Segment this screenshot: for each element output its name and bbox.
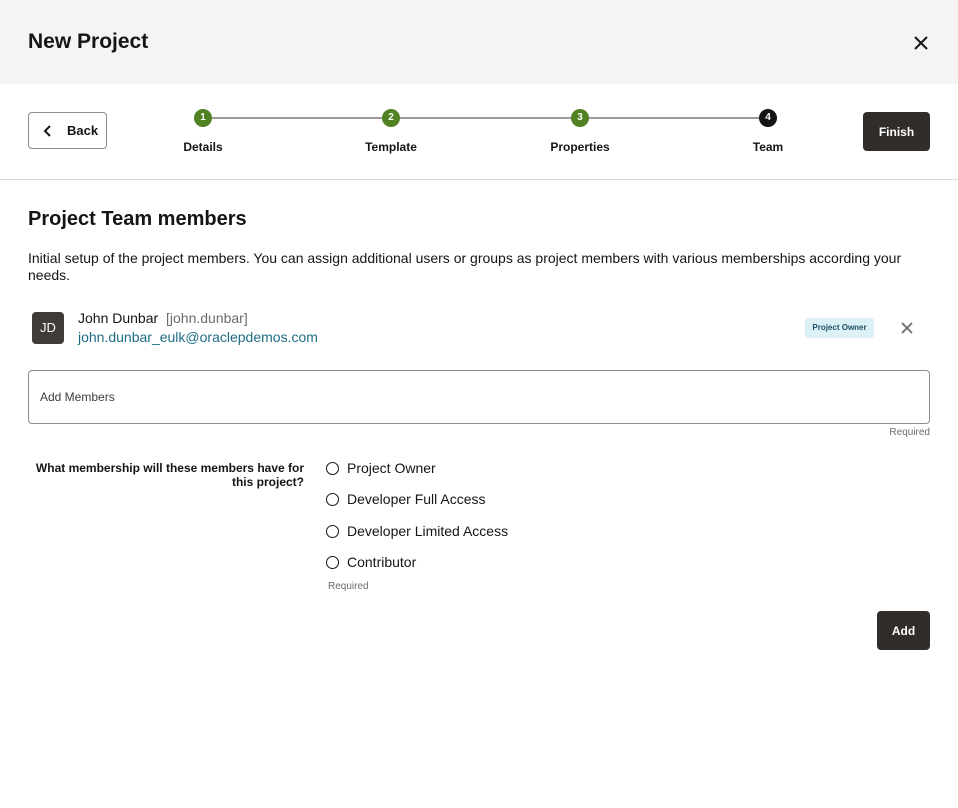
back-button-label: Back bbox=[67, 123, 99, 138]
role-badge: Project Owner bbox=[805, 318, 874, 338]
step-label: Details bbox=[183, 140, 223, 154]
step-properties[interactable]: 3 Properties bbox=[520, 109, 640, 154]
close-button[interactable] bbox=[906, 28, 936, 58]
member-name: John Dunbar bbox=[78, 310, 159, 326]
dialog-title: New Project bbox=[28, 30, 149, 53]
section-description: Initial setup of the project members. Yo… bbox=[28, 250, 902, 283]
wizard-toolbar: Back 1 Details 2 Template 3 Properties 4… bbox=[0, 84, 958, 180]
step-label: Team bbox=[752, 140, 784, 154]
step-details[interactable]: 1 Details bbox=[143, 109, 263, 154]
step-number-badge: 2 bbox=[382, 109, 400, 127]
member-row: JD John Dunbar [john.dunbar] john.dunbar… bbox=[28, 307, 930, 351]
step-team[interactable]: 4 Team bbox=[708, 109, 828, 154]
chevron-left-icon bbox=[43, 124, 51, 137]
back-button[interactable]: Back bbox=[28, 112, 107, 149]
finish-button[interactable]: Finish bbox=[863, 112, 930, 151]
section-title: Project Team members bbox=[28, 208, 247, 230]
step-label: Template bbox=[365, 140, 417, 154]
required-hint: Required bbox=[328, 581, 369, 592]
radio-circle bbox=[326, 524, 339, 538]
step-label: Properties bbox=[550, 140, 610, 154]
step-number-badge: 1 bbox=[194, 109, 212, 127]
add-members-input[interactable] bbox=[28, 370, 930, 424]
membership-question: What membership will these members have … bbox=[35, 461, 304, 489]
radio-developer-full-access[interactable]: Developer Full Access bbox=[326, 489, 486, 509]
member-email-link[interactable]: john.dunbar_eulk@oraclepdemos.com bbox=[78, 329, 318, 345]
member-username: [john.dunbar] bbox=[166, 310, 248, 326]
remove-member-button[interactable] bbox=[896, 317, 918, 339]
step-number-badge: 3 bbox=[571, 109, 589, 127]
dialog-header: New Project bbox=[0, 0, 958, 84]
radio-developer-limited-access[interactable]: Developer Limited Access bbox=[326, 521, 508, 541]
close-icon bbox=[914, 36, 928, 50]
radio-label: Developer Full Access bbox=[347, 491, 486, 507]
add-button[interactable]: Add bbox=[877, 611, 930, 650]
close-icon bbox=[901, 322, 913, 334]
required-hint: Required bbox=[889, 427, 930, 438]
radio-circle bbox=[326, 492, 339, 506]
radio-label: Project Owner bbox=[347, 460, 436, 476]
avatar: JD bbox=[32, 312, 64, 344]
step-template[interactable]: 2 Template bbox=[331, 109, 451, 154]
radio-label: Contributor bbox=[347, 554, 417, 570]
radio-project-owner[interactable]: Project Owner bbox=[326, 458, 436, 478]
radio-label: Developer Limited Access bbox=[347, 523, 509, 539]
step-number-badge: 4 bbox=[759, 109, 777, 127]
radio-circle bbox=[326, 461, 339, 475]
radio-contributor[interactable]: Contributor bbox=[326, 552, 416, 572]
radio-circle bbox=[326, 555, 339, 569]
